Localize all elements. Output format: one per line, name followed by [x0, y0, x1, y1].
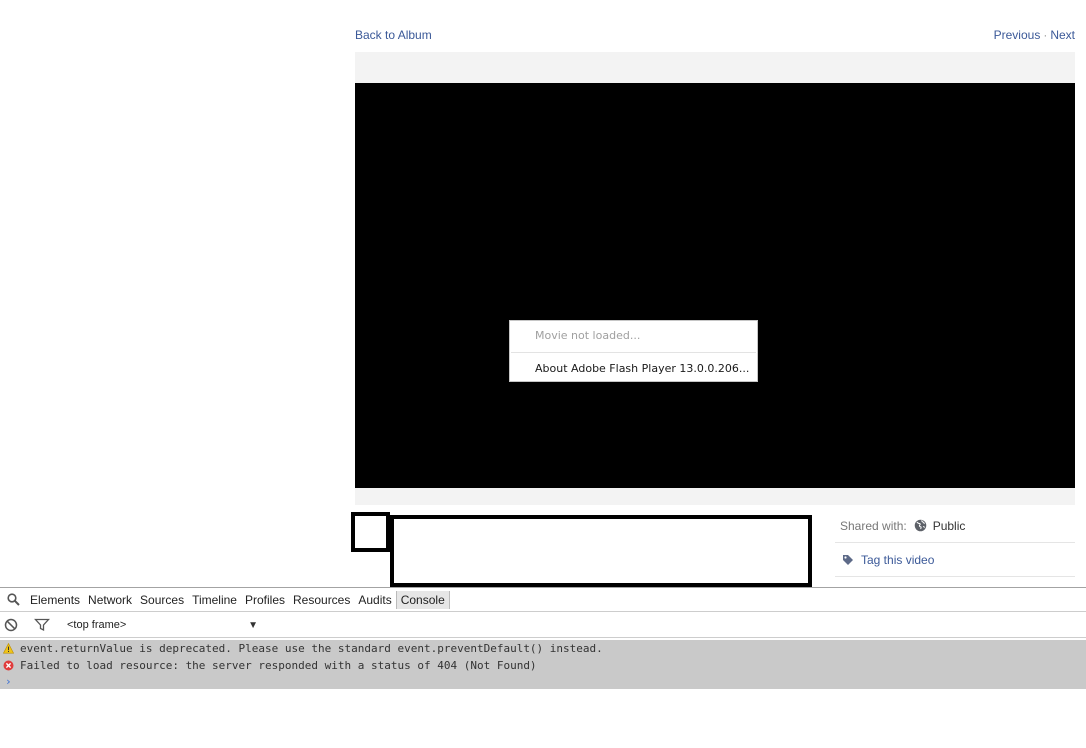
- tag-this-video-button[interactable]: Tag this video: [835, 543, 1075, 577]
- console-message-warning[interactable]: event.returnValue is deprecated. Please …: [0, 640, 1086, 657]
- tab-timeline[interactable]: Timeline: [188, 591, 241, 609]
- tag-icon: [843, 554, 853, 565]
- tab-elements[interactable]: Elements: [26, 591, 84, 609]
- frame-selector-dropdown[interactable]: <top frame> ▼: [62, 616, 262, 635]
- menu-item-about-flash[interactable]: About Adobe Flash Player 13.0.0.206...: [535, 362, 749, 375]
- tab-console[interactable]: Console: [395, 590, 450, 609]
- devtools-panel: Elements Network Sources Timeline Profil…: [0, 587, 1086, 748]
- redacted-caption-box: [390, 515, 812, 587]
- tab-network[interactable]: Network: [84, 591, 136, 609]
- back-to-album-link[interactable]: Back to Album: [355, 28, 432, 42]
- warning-message-text: event.returnValue is deprecated. Please …: [20, 642, 603, 655]
- frame-selector-value: <top frame>: [67, 619, 127, 631]
- tag-this-video-label: Tag this video: [861, 552, 935, 567]
- tab-profiles[interactable]: Profiles: [241, 591, 289, 609]
- tab-audits[interactable]: Audits: [354, 591, 395, 609]
- flash-video-player[interactable]: Movie not loaded... About Adobe Flash Pl…: [355, 83, 1075, 488]
- devtools-toolbar: Elements Network Sources Timeline Profil…: [0, 588, 1086, 612]
- redacted-avatar-box: [351, 512, 390, 552]
- error-icon: [3, 660, 14, 671]
- next-link[interactable]: Next: [1050, 28, 1075, 42]
- clear-console-icon[interactable]: [4, 618, 18, 632]
- error-message-text: Failed to load resource: the server resp…: [20, 659, 537, 672]
- search-icon[interactable]: [0, 589, 26, 611]
- previous-link[interactable]: Previous: [994, 28, 1041, 42]
- console-messages: event.returnValue is deprecated. Please …: [0, 640, 1086, 689]
- photo-pager: Previous · Next: [994, 28, 1075, 42]
- tab-resources[interactable]: Resources: [289, 591, 354, 609]
- shared-with-row: Shared with: Public: [835, 509, 1075, 543]
- console-filter-bar: <top frame> ▼: [0, 613, 1086, 638]
- flash-context-menu: Movie not loaded... About Adobe Flash Pl…: [509, 320, 758, 382]
- menu-item-movie-not-loaded: Movie not loaded...: [535, 329, 641, 342]
- pager-separator: ·: [1043, 28, 1048, 42]
- player-frame: Movie not loaded... About Adobe Flash Pl…: [355, 52, 1075, 505]
- filter-icon[interactable]: [34, 618, 50, 632]
- globe-icon: [914, 519, 926, 532]
- menu-divider: [511, 352, 756, 353]
- console-prompt[interactable]: ›: [0, 674, 1086, 689]
- prompt-chevron-icon: ›: [5, 675, 12, 688]
- chevron-down-icon: ▼: [248, 620, 258, 631]
- tab-sources[interactable]: Sources: [136, 591, 188, 609]
- privacy-value[interactable]: Public: [933, 519, 966, 533]
- warning-icon: [3, 643, 14, 654]
- console-message-error[interactable]: Failed to load resource: the server resp…: [0, 657, 1086, 674]
- shared-with-label: Shared with:: [840, 518, 907, 533]
